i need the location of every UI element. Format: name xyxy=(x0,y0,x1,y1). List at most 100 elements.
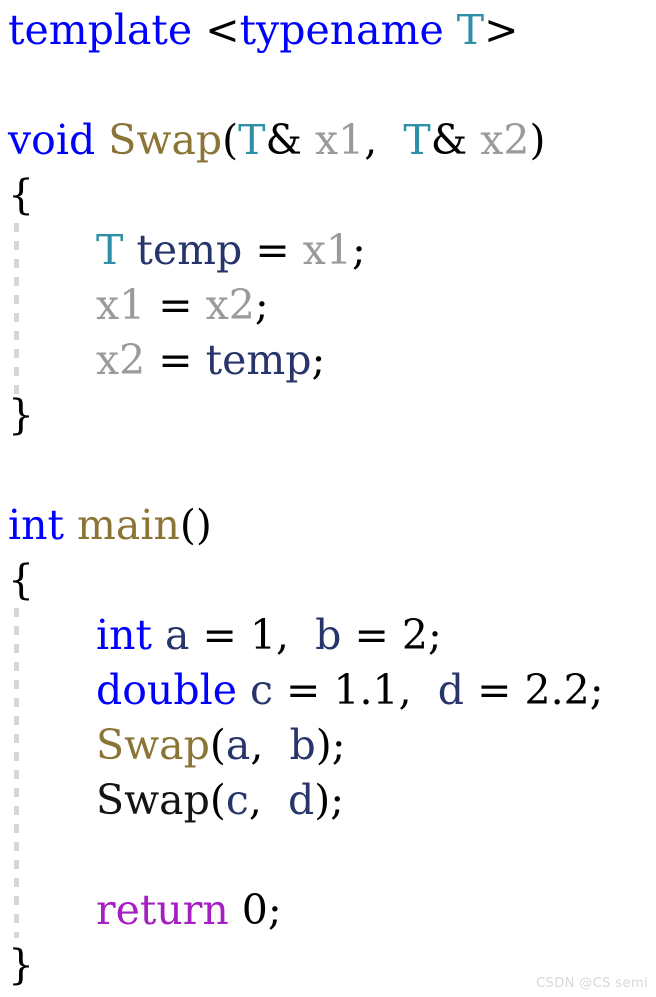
line-left-margin xyxy=(0,443,8,498)
token-punct xyxy=(192,6,205,54)
token-punct: < xyxy=(205,6,240,54)
line-left-margin xyxy=(0,333,8,388)
token-op: = xyxy=(202,611,237,659)
token-punct xyxy=(273,666,286,714)
line-left-margin xyxy=(0,223,8,278)
line-left-margin xyxy=(0,773,8,828)
line-left-margin xyxy=(0,828,8,883)
token-punct: ; xyxy=(267,886,282,934)
line-left-margin xyxy=(0,718,8,773)
token-type: T xyxy=(96,226,124,274)
token-punct xyxy=(464,666,477,714)
token-punct: } xyxy=(8,941,35,989)
token-punct: { xyxy=(8,171,35,219)
code-line-2[interactable] xyxy=(0,58,656,113)
code-line-10[interactable]: int main() xyxy=(0,498,656,553)
token-local: b xyxy=(289,721,316,769)
code-line-8[interactable]: } xyxy=(0,388,656,443)
token-punct xyxy=(145,336,158,384)
token-punct: ; xyxy=(311,336,326,384)
token-local: c xyxy=(225,776,249,824)
token-keyword: int xyxy=(96,611,152,659)
token-punct: () xyxy=(179,501,212,549)
token-punct: ; xyxy=(254,281,269,329)
token-punct: , xyxy=(398,666,425,714)
token-number: 1.1 xyxy=(333,666,399,714)
token-func-tpl: Swap xyxy=(96,721,210,769)
code-line-3[interactable]: void Swap(T& x1, T& x2) xyxy=(0,113,656,168)
code-line-7[interactable]: x2 = temp; xyxy=(0,333,656,388)
code-line-5[interactable]: T temp = x1; xyxy=(0,223,656,278)
token-punct xyxy=(302,611,315,659)
token-punct xyxy=(302,116,315,164)
token-punct xyxy=(444,6,457,54)
token-punct: > xyxy=(484,6,519,54)
code-line-13[interactable]: double c = 1.1, d = 2.2; xyxy=(0,663,656,718)
token-keyword: typename xyxy=(239,6,444,54)
token-local: d xyxy=(287,776,315,824)
watermark-label: CSDN @CS semi xyxy=(536,976,648,991)
token-local: a xyxy=(165,611,190,659)
token-punct: ( xyxy=(209,721,226,769)
code-line-1[interactable]: template <typename T> xyxy=(0,3,656,58)
code-line-15[interactable]: Swap(c, d); xyxy=(0,773,656,828)
token-func-tpl: main xyxy=(77,501,180,549)
token-local: c xyxy=(250,666,273,714)
token-punct xyxy=(242,226,255,274)
token-punct xyxy=(425,666,438,714)
token-param: x1 xyxy=(96,281,146,329)
line-left-margin xyxy=(0,388,8,443)
token-punct xyxy=(193,281,206,329)
line-left-margin xyxy=(0,278,8,333)
code-line-16[interactable] xyxy=(0,828,656,883)
token-op: = xyxy=(158,281,193,329)
token-punct: ) xyxy=(314,776,331,824)
token-punct xyxy=(276,721,289,769)
token-number: 0 xyxy=(241,886,268,934)
line-left-margin xyxy=(0,938,8,993)
line-left-margin xyxy=(0,883,8,938)
token-param: x1 xyxy=(315,116,365,164)
code-line-6[interactable]: x1 = x2; xyxy=(0,278,656,333)
token-punct xyxy=(467,116,480,164)
token-punct: , xyxy=(364,116,391,164)
code-line-4[interactable]: { xyxy=(0,168,656,223)
line-left-margin xyxy=(0,608,8,663)
token-local: temp xyxy=(205,336,312,384)
token-punct xyxy=(275,776,288,824)
token-param: x1 xyxy=(302,226,352,274)
token-punct xyxy=(511,666,524,714)
line-left-margin xyxy=(0,113,8,168)
code-line-17[interactable]: return 0; xyxy=(0,883,656,938)
line-left-margin xyxy=(0,168,8,223)
token-punct xyxy=(64,501,77,549)
token-punct xyxy=(237,611,250,659)
token-number: 2.2 xyxy=(524,666,590,714)
code-line-11[interactable]: { xyxy=(0,553,656,608)
code-line-9[interactable] xyxy=(0,443,656,498)
code-line-12[interactable]: int a = 1, b = 2; xyxy=(0,608,656,663)
token-local: b xyxy=(315,611,342,659)
token-op: = xyxy=(158,336,193,384)
token-local: temp xyxy=(136,226,243,274)
token-param: x2 xyxy=(205,281,255,329)
token-punct: & xyxy=(430,116,468,164)
line-left-margin xyxy=(0,3,8,58)
line-left-margin xyxy=(0,498,8,553)
token-op: = xyxy=(286,666,321,714)
token-punct: { xyxy=(8,556,35,604)
token-punct: & xyxy=(265,116,303,164)
token-local: d xyxy=(437,666,465,714)
line-left-margin xyxy=(0,553,8,608)
token-punct xyxy=(190,611,203,659)
token-type: T xyxy=(238,116,266,164)
line-left-margin xyxy=(0,58,8,113)
token-punct xyxy=(193,336,206,384)
token-op: = xyxy=(354,611,389,659)
code-line-14[interactable]: Swap(a, b); xyxy=(0,718,656,773)
